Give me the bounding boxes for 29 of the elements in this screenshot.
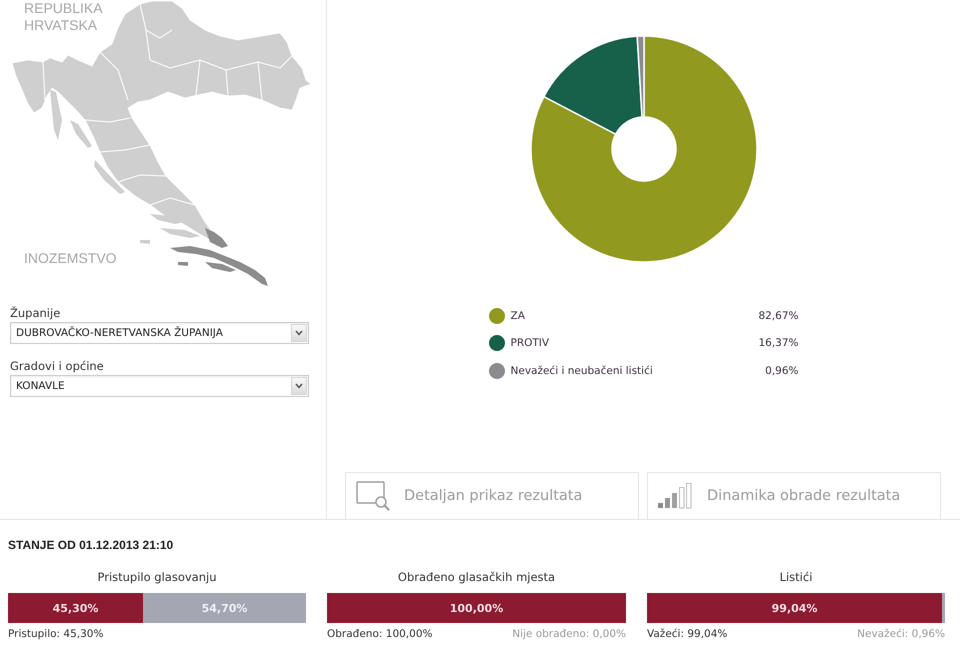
screen-magnifier-icon: [356, 481, 390, 511]
field-label: Gradovi i općine: [10, 359, 104, 373]
bar-title: Obrađeno glasačkih mjesta: [398, 569, 556, 585]
caret-icon: [291, 377, 307, 395]
legend-value: 0,96%: [765, 364, 798, 377]
bar-chart-icon: [658, 483, 692, 509]
bar-note: Nije obrađeno: 0,00%: [512, 627, 626, 641]
field-label: Županije: [10, 306, 60, 320]
map-label: REPUBLIKA HRVATSKA: [24, 0, 102, 34]
dropdown-select[interactable]: KONAVLE: [10, 375, 309, 397]
status-title: STANJE OD 01.12.2013 21:10: [8, 538, 174, 553]
bar-value: 54,70%: [202, 602, 248, 614]
map-label: INOZEMSTVO: [24, 250, 117, 267]
bar-value: 100,00%: [450, 602, 504, 614]
bar-value: 99,04%: [772, 602, 818, 614]
dropdown-select[interactable]: DUBROVAČKO-NERETVANSKA ŽUPANIJA: [10, 322, 309, 344]
bar-note: Obrađeno: 100,00%: [327, 627, 432, 641]
bar-title: Listići: [780, 569, 812, 585]
bar-title: Pristupilo glasovanju: [97, 569, 217, 585]
legend-value: 16,37%: [758, 337, 798, 350]
legend-value: 82,67%: [758, 310, 798, 322]
legend-label: PROTIV: [510, 337, 550, 350]
bar-note: Važeći: 99,04%: [647, 627, 728, 641]
legend-label: ZA: [510, 310, 525, 322]
legend-label: Nevažeći i neubačeni listići: [510, 364, 653, 377]
bar-value: 45,30%: [52, 602, 98, 614]
bar-note: Pristupilo: 45,30%: [8, 627, 104, 641]
bar-note: Nevažeći: 0,96%: [857, 627, 945, 641]
caret-icon: [291, 324, 307, 342]
